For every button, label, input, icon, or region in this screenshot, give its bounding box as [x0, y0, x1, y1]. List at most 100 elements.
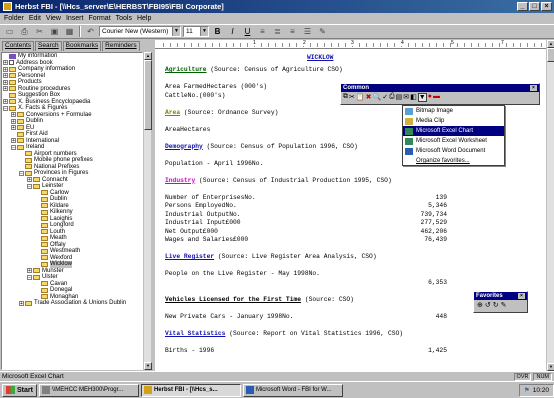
section-title[interactable]: Industry [165, 177, 195, 184]
align-center-icon[interactable]: ≣ [271, 26, 284, 38]
expand-toggle[interactable]: − [11, 144, 16, 150]
menu-insert[interactable]: Insert [66, 15, 84, 22]
expand-toggle[interactable]: − [27, 183, 32, 189]
section-heading: Agriculture (Source: Census of Agricultu… [165, 66, 343, 73]
expand-toggle[interactable]: + [3, 79, 8, 85]
expand-toggle[interactable]: + [11, 118, 16, 124]
taskbar-button[interactable]: Herbst FBI - [\\Hcs_s... [140, 383, 241, 397]
expand-toggle[interactable]: + [11, 125, 16, 131]
scroll-thumb[interactable] [144, 60, 152, 130]
dropdown-item[interactable]: Organize favorites... [403, 156, 504, 166]
expand-toggle[interactable]: + [27, 177, 32, 183]
fav-edit-icon[interactable]: ✎ [501, 301, 507, 309]
find-icon[interactable]: 🔍 [372, 93, 381, 102]
copy-icon[interactable]: ⧉ [343, 93, 348, 102]
dropdown-item[interactable]: Microsoft Word Document [403, 146, 504, 156]
spell-icon[interactable]: ✓ [382, 93, 388, 102]
table-icon[interactable]: ▦ [63, 26, 76, 38]
align-right-icon[interactable]: ≡ [286, 26, 299, 38]
section-title[interactable]: Agriculture [165, 66, 207, 73]
section-title[interactable]: Vehicles Licensed for the First Time [165, 296, 301, 303]
highlight-icon[interactable]: ✎ [316, 26, 329, 38]
taskbar-button[interactable]: \\MEHCC MEH300\Progr... [38, 383, 139, 397]
align-left-icon[interactable]: ≡ [256, 26, 269, 38]
row-value: 1,425 [428, 346, 447, 354]
scroll-up-icon[interactable]: ▲ [547, 40, 554, 48]
scroll-down-icon[interactable]: ▼ [144, 362, 152, 370]
menu-edit[interactable]: Edit [29, 15, 41, 22]
tab-contents[interactable]: Contents [2, 41, 35, 51]
dropdown-item[interactable]: Microsoft Excel Worksheet [403, 136, 504, 146]
section-title[interactable]: Area [165, 109, 180, 116]
mail-icon[interactable]: ✉ [403, 93, 409, 102]
menu-help[interactable]: Help [137, 15, 151, 22]
object-icon[interactable]: ◧ [410, 93, 417, 102]
cut-icon[interactable]: ✂ [33, 26, 46, 38]
section-title[interactable]: Vital Statistics [165, 330, 225, 337]
font-select[interactable]: Courier New (Western) ▼ [99, 26, 181, 37]
fav-back-icon[interactable]: ↺ [485, 301, 491, 309]
dropdown-item[interactable]: Microsoft Excel Chart [403, 126, 504, 136]
menu-tools[interactable]: Tools [116, 15, 132, 22]
tab-search[interactable]: Search [35, 41, 62, 51]
bullets-icon[interactable]: ☰ [301, 26, 314, 38]
image-icon[interactable]: ▣ [48, 26, 61, 38]
section-title[interactable]: Demography [165, 143, 203, 150]
menu-view[interactable]: View [46, 15, 61, 22]
expand-toggle[interactable]: + [3, 99, 8, 105]
row-label: Industrial Input£000 [165, 219, 241, 226]
expand-toggle[interactable]: + [27, 268, 32, 274]
task-icon [41, 386, 50, 394]
start-button[interactable]: Start [2, 383, 37, 397]
expand-toggle[interactable]: + [3, 60, 8, 66]
expand-toggle[interactable]: − [19, 170, 24, 176]
scissors-icon[interactable]: ✂ [349, 93, 355, 102]
scroll-down-icon[interactable]: ▼ [547, 363, 554, 371]
bold-button[interactable]: B [211, 26, 224, 38]
new-doc-icon[interactable]: ▭ [3, 26, 16, 38]
tree-item[interactable]: + Trade Association & Unions Dublin [2, 300, 142, 307]
tab-reminders[interactable]: Reminders [102, 41, 140, 51]
scroll-thumb[interactable] [547, 48, 554, 62]
document-scrollbar[interactable]: ▲ ▼ [546, 40, 554, 371]
tray-icon[interactable]: ⚑ [524, 386, 530, 394]
expand-toggle[interactable]: + [3, 73, 8, 79]
close-icon[interactable]: × [530, 85, 537, 91]
expand-toggle[interactable]: + [3, 66, 8, 72]
section-title[interactable]: Live Register [165, 253, 214, 260]
link-icon[interactable]: ▬ [433, 93, 440, 102]
fav-add-icon[interactable]: ⊕ [477, 301, 483, 309]
dropdown-item[interactable]: Media Clip [403, 116, 504, 126]
paste-icon[interactable]: 📋 [356, 93, 365, 102]
italic-button[interactable]: I [226, 26, 239, 38]
minimize-button[interactable]: _ [517, 2, 528, 11]
taskbar-button[interactable]: Microsoft Word - FBI for W... [242, 383, 343, 397]
undo-icon[interactable]: ↶ [84, 26, 97, 38]
tree-scrollbar[interactable]: ▲ ▼ [143, 52, 152, 370]
close-icon[interactable]: × [518, 293, 525, 299]
expand-toggle[interactable]: + [19, 300, 24, 306]
expand-toggle[interactable]: + [11, 138, 16, 144]
size-select[interactable]: 11 ▼ [183, 26, 209, 37]
record-icon[interactable]: ● [428, 93, 432, 102]
dropdown-item[interactable]: Bitmap Image [403, 106, 504, 116]
expand-toggle[interactable]: + [11, 112, 16, 118]
tab-bookmarks[interactable]: Bookmarks [62, 41, 102, 51]
underline-button[interactable]: U [241, 26, 254, 38]
expand-toggle[interactable]: + [3, 86, 8, 92]
scroll-up-icon[interactable]: ▲ [144, 52, 152, 60]
fav-forward-icon[interactable]: ↻ [493, 301, 499, 309]
maximize-button[interactable]: □ [529, 2, 540, 11]
menu-folder[interactable]: Folder [4, 15, 24, 22]
close-button[interactable]: × [541, 2, 552, 11]
delete-icon[interactable]: ✖ [366, 93, 372, 102]
insert-object-icon[interactable]: ▼ [417, 93, 427, 102]
menu-format[interactable]: Format [88, 15, 110, 22]
expand-toggle[interactable]: − [27, 274, 32, 280]
preview-icon[interactable]: ▤ [396, 93, 403, 102]
print-icon[interactable]: ⎙ [18, 26, 31, 38]
data-line: Industrial OutputNo. [165, 211, 241, 218]
expand-toggle[interactable]: − [3, 105, 8, 111]
print-icon[interactable]: ⎙ [389, 93, 395, 102]
folder-icon [17, 118, 24, 124]
